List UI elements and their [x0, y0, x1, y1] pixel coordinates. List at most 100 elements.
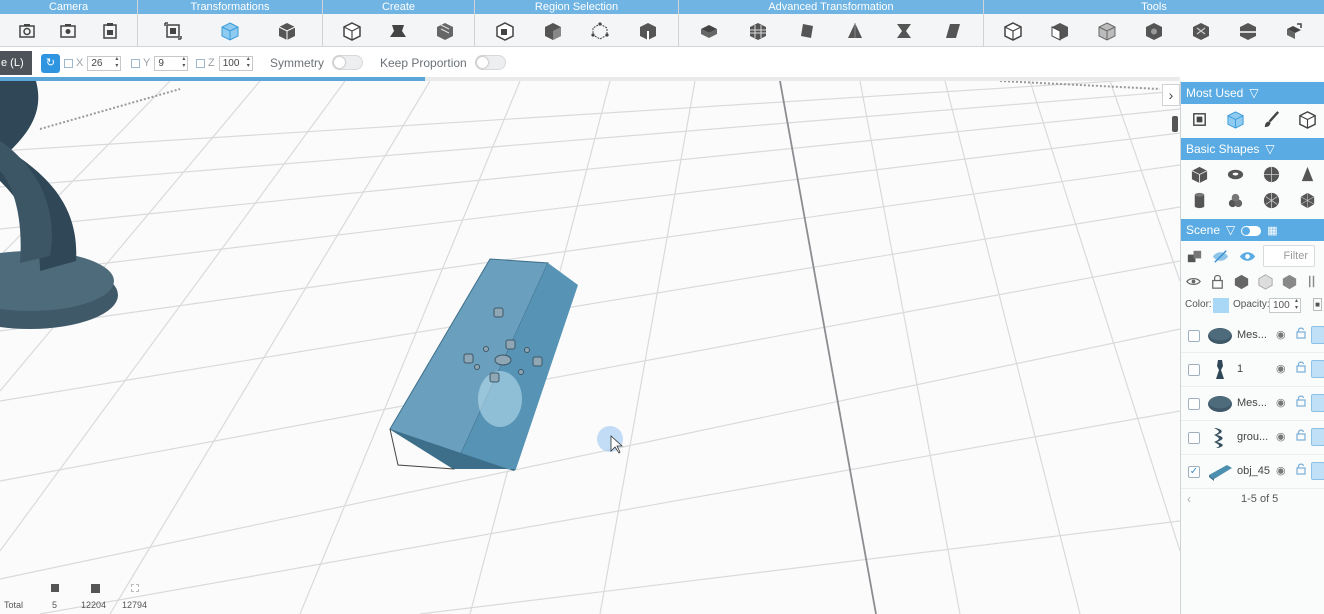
filter-input[interactable]: Filter: [1263, 245, 1315, 267]
eye-icon[interactable]: ◉: [1276, 328, 1286, 341]
symmetry-toggle[interactable]: [332, 55, 363, 70]
scene-object-row[interactable]: grou... ◉: [1181, 421, 1324, 455]
3d-viewport[interactable]: Total 5 12204 12794: [0, 81, 1180, 614]
lock-icon[interactable]: [1296, 429, 1306, 441]
object-info-icon[interactable]: [1311, 394, 1324, 412]
object-info-icon[interactable]: [1311, 326, 1324, 344]
object-info-icon[interactable]: [1311, 462, 1324, 480]
cone-shape-icon[interactable]: [1296, 163, 1318, 185]
opacity-stepper[interactable]: 100: [1269, 298, 1301, 313]
box-create-icon[interactable]: [1296, 108, 1318, 130]
move-icon[interactable]: [1188, 108, 1210, 130]
selected-object-obj45[interactable]: [389, 258, 578, 471]
scale-icon[interactable]: [1224, 108, 1246, 130]
object-select-checkbox[interactable]: [1188, 330, 1200, 342]
object-info-icon[interactable]: [1311, 360, 1324, 378]
scale-icon[interactable]: [217, 18, 243, 44]
boolean-icon[interactable]: [1000, 18, 1026, 44]
lock-icon[interactable]: [1296, 361, 1306, 373]
skew-icon[interactable]: [940, 18, 966, 44]
object-info-icon[interactable]: [1311, 428, 1324, 446]
camera-reset-icon[interactable]: [14, 18, 40, 44]
eye-icon[interactable]: ◉: [1276, 430, 1286, 443]
object-select-checkbox[interactable]: [1188, 398, 1200, 410]
lock-icon[interactable]: [1296, 395, 1306, 407]
select-edge-icon[interactable]: [635, 18, 661, 44]
color-swatch[interactable]: [1213, 298, 1229, 313]
object-select-checkbox[interactable]: [1188, 364, 1200, 376]
camera-fit-icon[interactable]: [55, 18, 81, 44]
sphere-shape-icon[interactable]: [1260, 163, 1282, 185]
eye-icon[interactable]: ◉: [1276, 464, 1286, 477]
lock-icon[interactable]: [1296, 327, 1306, 339]
prev-page-icon[interactable]: ‹: [1187, 492, 1191, 506]
filter-funnel-icon[interactable]: ▽: [1249, 86, 1258, 100]
eye-icon[interactable]: ◉: [1276, 396, 1286, 409]
select-face-icon[interactable]: [540, 18, 566, 44]
lock-icon[interactable]: [1296, 463, 1306, 475]
scene-view-toggle[interactable]: [1241, 225, 1262, 236]
select-region-icon[interactable]: [492, 18, 518, 44]
pyramid-icon[interactable]: [842, 18, 868, 44]
smooth-icon[interactable]: [1281, 18, 1307, 44]
brush-icon[interactable]: [1260, 108, 1282, 130]
visibility-eye-icon[interactable]: [1237, 245, 1259, 267]
twist-icon[interactable]: [745, 18, 771, 44]
camera-screenshot-icon[interactable]: [97, 18, 123, 44]
y-value-stepper[interactable]: 9: [154, 55, 189, 71]
torus-shape-icon[interactable]: [1224, 163, 1246, 185]
spiral-model[interactable]: [0, 81, 118, 329]
taper-icon[interactable]: [794, 18, 820, 44]
polyhedron-shape-icon[interactable]: [1296, 189, 1318, 211]
most-used-header[interactable]: Most Used ▽: [1181, 82, 1324, 104]
sphere-tool-icon[interactable]: [1141, 18, 1167, 44]
mode-tab[interactable]: e (L): [0, 51, 32, 75]
basic-shapes-header[interactable]: Basic Shapes ▽: [1181, 138, 1324, 160]
filter-funnel-icon[interactable]: ▽: [1226, 223, 1235, 237]
eye-icon[interactable]: ◉: [1276, 362, 1286, 375]
object-select-checkbox[interactable]: [1188, 432, 1200, 444]
object-select-checkbox[interactable]: ✓: [1188, 466, 1200, 478]
material-icon[interactable]: ■: [1313, 298, 1322, 311]
scene-object-row[interactable]: 1 ◉: [1181, 353, 1324, 387]
viewport-canvas[interactable]: [0, 81, 1180, 614]
scene-object-row[interactable]: ✓ obj_45 ◉: [1181, 455, 1324, 489]
cut-icon[interactable]: [1235, 18, 1261, 44]
z-axis-checkbox[interactable]: [196, 58, 205, 68]
shell-icon[interactable]: [1094, 18, 1120, 44]
wireframe-view-icon[interactable]: [1254, 270, 1276, 292]
group-objects-icon[interactable]: [1183, 245, 1205, 267]
cylinder-shape-icon[interactable]: [1188, 189, 1210, 211]
refresh-icon[interactable]: ↻: [41, 54, 60, 73]
select-vertex-icon[interactable]: [587, 18, 613, 44]
pinch-icon[interactable]: [891, 18, 917, 44]
extrude-icon[interactable]: [385, 18, 411, 44]
repair-icon[interactable]: [1188, 18, 1214, 44]
shaded-view-icon[interactable]: [1278, 270, 1300, 292]
hide-objects-icon[interactable]: [1210, 245, 1232, 267]
z-value-stepper[interactable]: 100: [218, 55, 253, 71]
y-axis-checkbox[interactable]: [131, 58, 140, 68]
solid-view-icon[interactable]: [1230, 270, 1252, 292]
move-icon[interactable]: [160, 18, 186, 44]
scene-object-row[interactable]: Mes... ◉: [1181, 319, 1324, 353]
knot-shape-icon[interactable]: [1224, 189, 1246, 211]
eye-icon[interactable]: [1182, 270, 1204, 292]
more-options-icon[interactable]: [1302, 270, 1324, 292]
scene-object-row[interactable]: Mes... ◉: [1181, 387, 1324, 421]
rotate-icon[interactable]: [274, 18, 300, 44]
filter-funnel-icon[interactable]: ▽: [1265, 142, 1274, 156]
panel-scrollbar[interactable]: [1172, 116, 1178, 132]
collapse-panel-button[interactable]: ›: [1162, 84, 1180, 106]
lock-icon[interactable]: [1206, 270, 1228, 292]
bend-icon[interactable]: [696, 18, 722, 44]
scene-header[interactable]: Scene ▽ ▦: [1181, 219, 1324, 241]
x-axis-checkbox[interactable]: [64, 58, 73, 68]
keep-proportion-toggle[interactable]: [475, 55, 506, 70]
loft-icon[interactable]: [432, 18, 458, 44]
x-value-stepper[interactable]: 26: [87, 55, 122, 71]
geosphere-shape-icon[interactable]: [1260, 189, 1282, 211]
hollow-icon[interactable]: [1047, 18, 1073, 44]
grid-view-icon[interactable]: ▦: [1267, 225, 1277, 237]
box-create-icon[interactable]: [339, 18, 365, 44]
